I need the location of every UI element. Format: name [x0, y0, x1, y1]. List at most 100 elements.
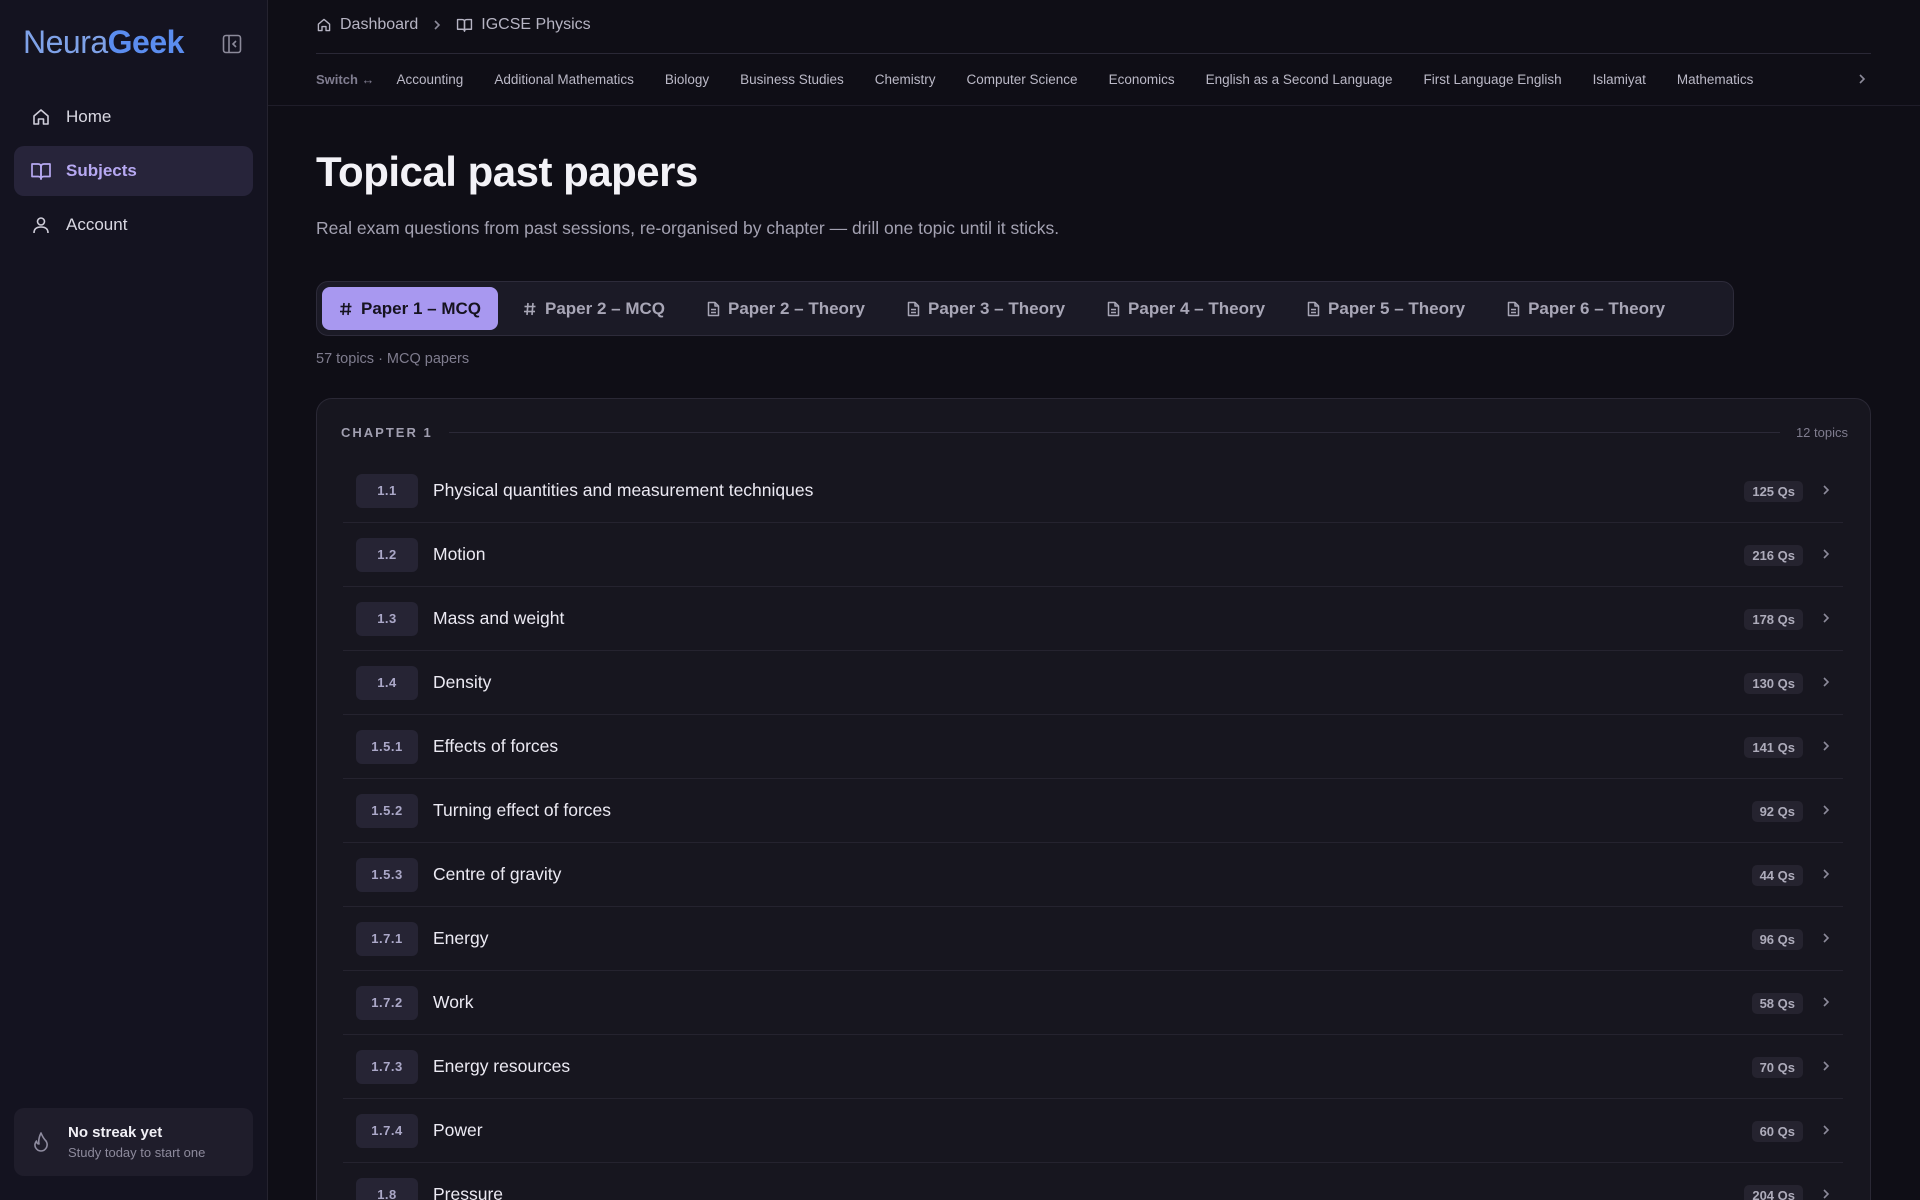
tab-paper-5-theory[interactable]: Paper 5 – Theory [1290, 287, 1482, 330]
chevron-right-icon [1821, 483, 1831, 502]
question-count-badge: 44 Qs [1751, 865, 1803, 886]
topic-name: Energy resources [433, 1056, 571, 1076]
tab-paper-3-theory[interactable]: Paper 3 – Theory [890, 287, 1082, 330]
subject-switcher: Switch ↔ Accounting Additional Mathemati… [316, 53, 1871, 105]
subject-link[interactable]: Biology [665, 72, 709, 87]
topic-code: 1.5.1 [356, 729, 418, 764]
brand-name-part2: Geek [107, 24, 185, 60]
tab-label: Paper 1 – MCQ [361, 298, 481, 318]
topic-name: Energy [433, 928, 489, 948]
subject-link[interactable]: Islamiyat [1593, 72, 1646, 87]
topic-row[interactable]: 1.3 Mass and weight 178 Qs [343, 587, 1843, 651]
question-count-badge: 141 Qs [1744, 737, 1803, 758]
document-icon [1507, 301, 1520, 317]
topic-row[interactable]: 1.7.3 Energy resources 70 Qs [343, 1035, 1843, 1099]
chapter-header: CHAPTER 1 12 topics [341, 425, 1848, 440]
topic-code: 1.2 [356, 537, 418, 572]
tab-paper-4-theory[interactable]: Paper 4 – Theory [1090, 287, 1282, 330]
sidebar-collapse-icon[interactable] [222, 34, 242, 54]
topic-row[interactable]: 1.5.1 Effects of forces 141 Qs [343, 715, 1843, 779]
chevron-right-icon [1821, 931, 1831, 950]
subject-link[interactable]: Computer Science [967, 72, 1078, 87]
subject-switch-label: Switch ↔ [316, 72, 375, 87]
page-subtitle: Real exam questions from past sessions, … [316, 218, 1060, 238]
book-icon [30, 160, 52, 182]
question-count-badge: 92 Qs [1751, 801, 1803, 822]
book-icon [457, 18, 473, 32]
brand-logo[interactable]: NeuraGeek [23, 24, 184, 61]
breadcrumb-current[interactable]: IGCSE Physics [456, 16, 591, 34]
subject-link[interactable]: Business Studies [740, 72, 844, 87]
chevron-right-icon [1821, 739, 1831, 758]
document-icon [1107, 301, 1120, 317]
subject-link[interactable]: First Language English [1424, 72, 1562, 87]
question-count-badge: 58 Qs [1751, 993, 1803, 1014]
streak-card[interactable]: No streak yet Study today to start one [14, 1108, 253, 1176]
topic-row[interactable]: 1.1 Physical quantities and measurement t… [343, 459, 1843, 523]
topic-code: 1.3 [356, 601, 418, 636]
topic-row[interactable]: 1.4 Density 130 Qs [343, 651, 1843, 715]
topic-row[interactable]: 1.8 Pressure 204 Qs [343, 1163, 1843, 1200]
question-count-badge: 204 Qs [1744, 1185, 1803, 1200]
streak-title: No streak yet [68, 1124, 163, 1141]
subject-link[interactable]: Accounting [397, 72, 464, 87]
document-icon [907, 301, 920, 317]
divider [448, 432, 1780, 433]
topic-row[interactable]: 1.7.4 Power 60 Qs [343, 1099, 1843, 1163]
subject-link[interactable]: English as a Second Language [1206, 72, 1393, 87]
tab-paper-6-theory[interactable]: Paper 6 – Theory [1490, 287, 1682, 330]
topic-name: Mass and weight [433, 608, 565, 628]
question-count-badge: 125 Qs [1744, 481, 1803, 502]
topic-code: 1.4 [356, 665, 418, 700]
hash-icon [523, 302, 537, 316]
sidebar-item-subjects[interactable]: Subjects [14, 146, 253, 196]
topic-row[interactable]: 1.7.2 Work 58 Qs [343, 971, 1843, 1035]
chevron-right-icon [1821, 547, 1831, 566]
chevron-right-icon [1821, 1187, 1831, 1200]
subject-link[interactable]: Economics [1109, 72, 1175, 87]
document-icon [707, 301, 720, 317]
subject-link[interactable]: Chemistry [875, 72, 936, 87]
topic-code: 1.7.1 [356, 921, 418, 956]
tab-paper-1-mcq[interactable]: Paper 1 – MCQ [322, 287, 498, 330]
subject-link[interactable]: Mathematics [1677, 72, 1754, 87]
topic-code: 1.5.3 [356, 857, 418, 892]
topic-row[interactable]: 1.5.2 Turning effect of forces 92 Qs [343, 779, 1843, 843]
chevron-right-icon [1821, 803, 1831, 822]
chapter-card: CHAPTER 1 12 topics 1.1 Physical quantiti… [316, 398, 1871, 1200]
question-count-badge: 178 Qs [1744, 609, 1803, 630]
breadcrumb-label: Dashboard [340, 16, 419, 33]
breadcrumb-label: IGCSE Physics [481, 16, 591, 33]
streak-subtitle: Study today to start one [68, 1145, 206, 1160]
sidebar-item-home[interactable]: Home [14, 92, 253, 142]
tab-label: Paper 2 – Theory [728, 298, 866, 318]
topic-name: Power [433, 1120, 483, 1140]
sidebar-nav: Home Subjects Account [14, 92, 253, 254]
chevron-right-icon [1821, 1123, 1831, 1142]
tab-paper-2-theory[interactable]: Paper 2 – Theory [690, 287, 882, 330]
topic-code: 1.1 [356, 473, 418, 508]
home-icon [317, 18, 331, 32]
flame-icon [30, 1131, 52, 1153]
topic-code: 1.7.4 [356, 1113, 418, 1148]
chevron-right-icon [1821, 1059, 1831, 1078]
topics-meta: 57 topics · MCQ papers [316, 351, 470, 367]
tab-label: Paper 2 – MCQ [545, 298, 665, 318]
topic-row[interactable]: 1.2 Motion 216 Qs [343, 523, 1843, 587]
breadcrumb-dashboard[interactable]: Dashboard [316, 16, 418, 34]
document-icon [1307, 301, 1320, 317]
topic-name: Motion [433, 544, 486, 564]
subject-link[interactable]: Additional Mathematics [494, 72, 634, 87]
brand-name-part1: Neura [23, 24, 108, 60]
breadcrumb: Dashboard IGCSE Physics [316, 16, 591, 34]
topic-code: 1.7.2 [356, 985, 418, 1020]
topic-code: 1.7.3 [356, 1049, 418, 1084]
topic-row[interactable]: 1.5.3 Centre of gravity 44 Qs [343, 843, 1843, 907]
tab-paper-2-mcq[interactable]: Paper 2 – MCQ [506, 287, 682, 330]
sidebar-item-account[interactable]: Account [14, 200, 253, 250]
chevron-right-icon [1821, 867, 1831, 886]
question-count-badge: 96 Qs [1751, 929, 1803, 950]
topic-row[interactable]: 1.7.1 Energy 96 Qs [343, 907, 1843, 971]
scroll-right-chevron-icon[interactable] [1857, 72, 1867, 91]
chevron-right-icon [1821, 611, 1831, 630]
